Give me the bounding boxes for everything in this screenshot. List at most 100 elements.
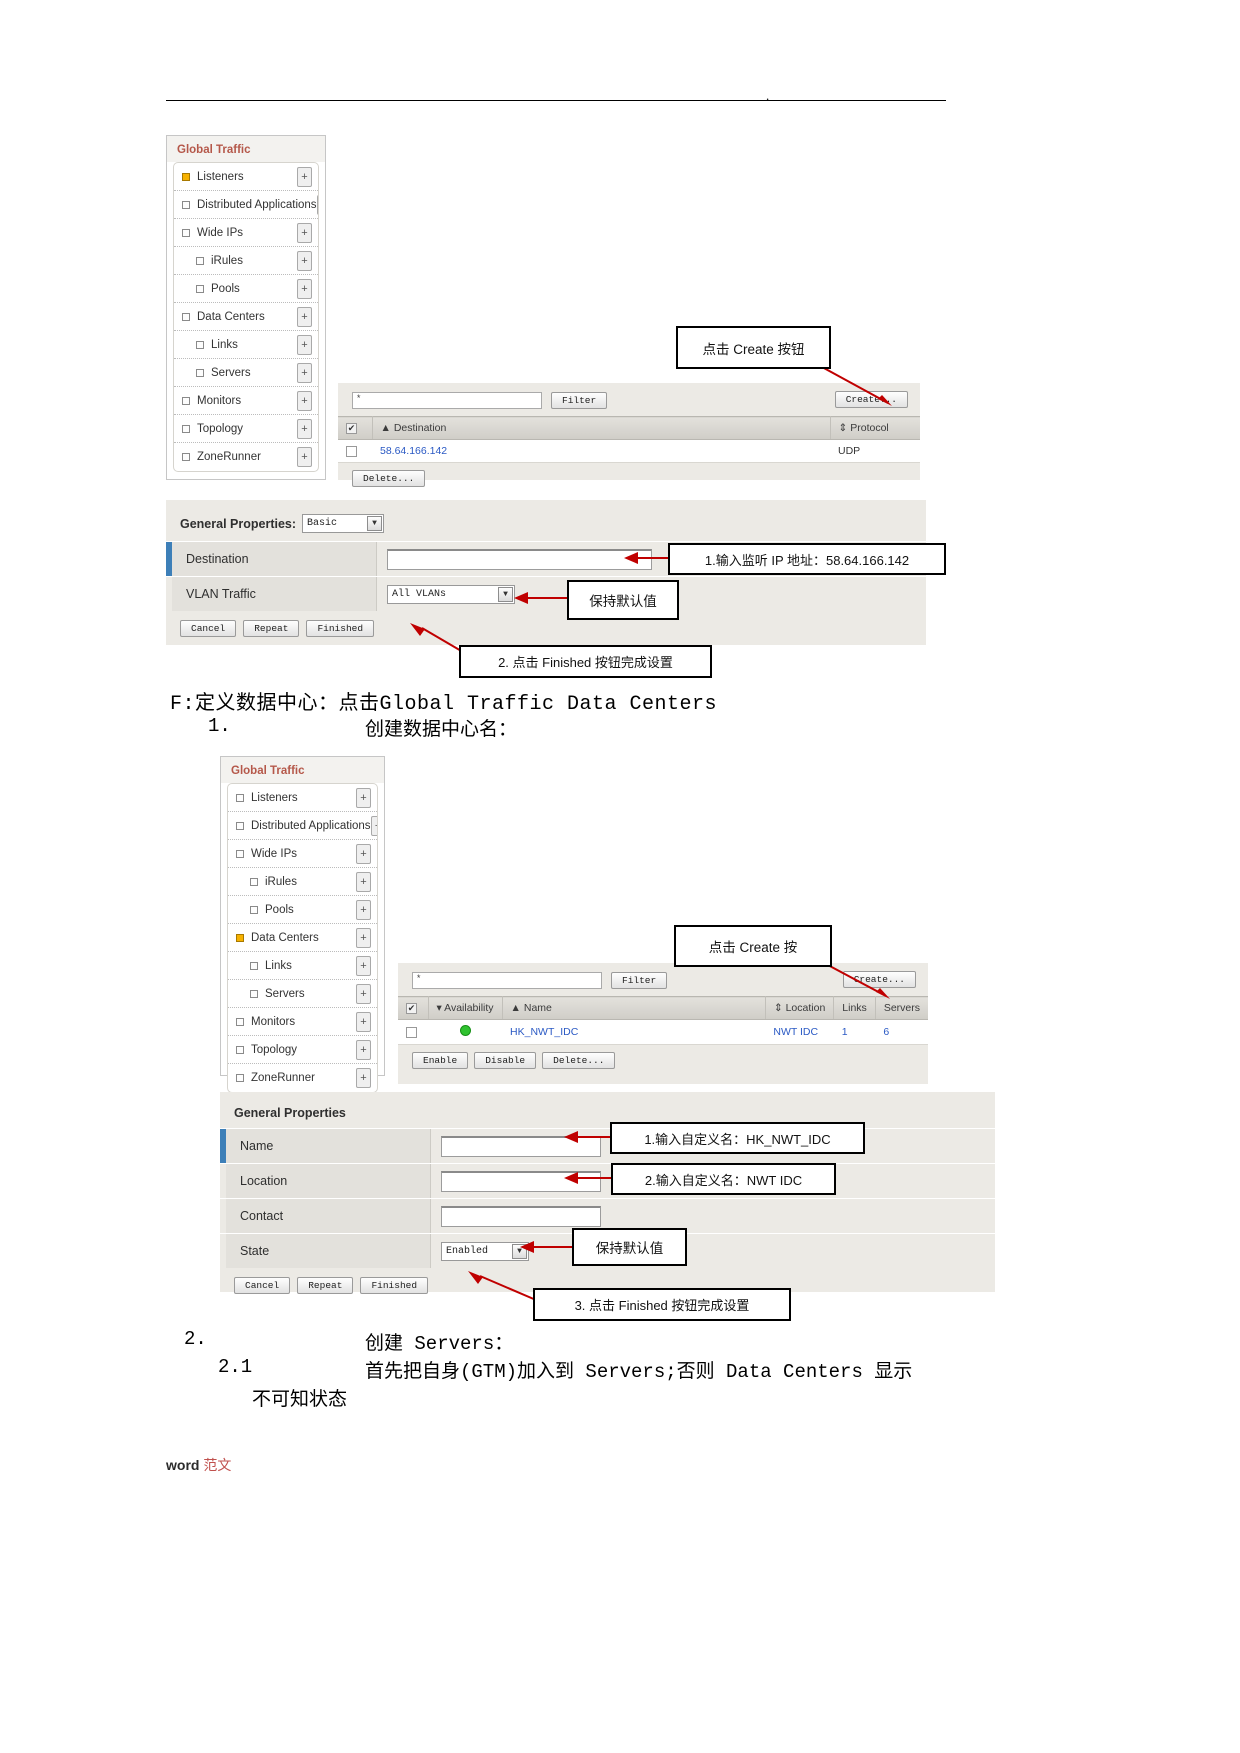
sidebar-item-data-centers[interactable]: Data Centers + (174, 303, 318, 331)
expand-plus-icon[interactable]: + (356, 1011, 371, 1032)
sidebar-item-servers[interactable]: Servers + (174, 359, 318, 387)
sidebar-item-distributed-applications[interactable]: Distributed Applications+ (174, 191, 318, 219)
finished-button[interactable]: Finished (360, 1277, 429, 1294)
expand-plus-icon[interactable]: + (297, 278, 312, 299)
expand-plus-icon[interactable]: + (356, 927, 371, 948)
select-all-checkbox[interactable] (346, 422, 357, 434)
datacenters-filter-button[interactable]: Filter (611, 972, 668, 989)
datacenters-column-name[interactable]: ▲ Name (502, 996, 766, 1020)
destination-input[interactable] (387, 548, 652, 570)
listeners-row-checkbox-cell[interactable] (338, 439, 372, 463)
contact-input[interactable] (441, 1205, 601, 1227)
sidebar-item-label: Distributed Applications (197, 198, 317, 211)
expand-plus-icon[interactable]: + (297, 418, 312, 439)
sidebar-item-zonerunner[interactable]: ZoneRunner + (228, 1064, 377, 1092)
field-label-state: State (226, 1234, 431, 1268)
sidebar-item-topology[interactable]: Topology + (174, 415, 318, 443)
sidebar-item-links[interactable]: Links + (228, 952, 377, 980)
sidebar-item-monitors[interactable]: Monitors + (174, 387, 318, 415)
nav-panel-title: Global Traffic (221, 757, 384, 783)
callout-keep-default-1: 保持默认值 (567, 580, 679, 620)
chevron-down-icon: ▼ (367, 516, 383, 531)
expand-plus-icon[interactable]: + (356, 787, 371, 808)
expand-plus-icon[interactable]: + (356, 983, 371, 1004)
arrow-to-create-button-1 (821, 366, 892, 406)
sidebar-item-irules[interactable]: iRules + (174, 247, 318, 275)
listener-mode-select[interactable]: Basic ▼ (302, 514, 385, 533)
expand-plus-icon[interactable]: + (356, 955, 371, 976)
sidebar-item-monitors[interactable]: Monitors + (228, 1008, 377, 1036)
delete-button[interactable]: Delete... (542, 1052, 616, 1069)
expand-plus-icon[interactable]: + (356, 1068, 371, 1088)
datacenters-row-checkbox-cell[interactable] (398, 1019, 428, 1045)
select-all-checkbox[interactable] (406, 1002, 417, 1014)
enable-button[interactable]: Enable (412, 1052, 469, 1069)
expand-plus-icon[interactable]: + (297, 222, 312, 243)
repeat-button[interactable]: Repeat (297, 1277, 354, 1294)
field-label-location: Location (226, 1164, 431, 1198)
sidebar-item-listeners[interactable]: Listeners + (228, 784, 377, 812)
expand-plus-icon[interactable]: + (356, 871, 371, 892)
square-icon (182, 200, 190, 209)
datacenters-row-links[interactable]: 1 (833, 1019, 876, 1045)
expand-plus-icon[interactable]: + (297, 362, 312, 383)
datacenters-column-availability[interactable]: ▾ Availability (428, 996, 503, 1020)
sidebar-item-servers[interactable]: Servers + (228, 980, 377, 1008)
row-checkbox[interactable] (406, 1026, 417, 1038)
finished-button[interactable]: Finished (306, 620, 375, 637)
listeners-filter-input[interactable]: * (352, 392, 542, 409)
cancel-button[interactable]: Cancel (180, 620, 237, 637)
sidebar-item-listeners[interactable]: Listeners + (174, 163, 318, 191)
paragraph-f-define-datacenter: F:定义数据中心：点击Global Traffic Data Centers (170, 693, 718, 716)
sidebar-item-label: iRules (211, 254, 243, 267)
sidebar-item-distributed-applications[interactable]: Distributed Applications+ (228, 812, 377, 840)
sort-icon: ⇕ (838, 422, 848, 434)
expand-plus-icon[interactable]: + (370, 815, 377, 836)
listeners-delete-button[interactable]: Delete... (352, 470, 426, 487)
expand-plus-icon[interactable]: + (297, 447, 312, 467)
cancel-button[interactable]: Cancel (234, 1277, 291, 1294)
listeners-filter-button[interactable]: Filter (551, 392, 608, 409)
square-icon (236, 1074, 244, 1082)
sidebar-item-links[interactable]: Links + (174, 331, 318, 359)
expand-plus-icon[interactable]: + (316, 194, 318, 215)
listeners-select-all-header[interactable] (338, 416, 373, 440)
sidebar-item-zonerunner[interactable]: ZoneRunner + (174, 443, 318, 471)
disable-button[interactable]: Disable (474, 1052, 537, 1069)
sidebar-item-label: Links (211, 338, 238, 351)
listeners-row-destination[interactable]: 58.64.166.142 (372, 439, 830, 463)
datacenters-row-location[interactable]: NWT IDC (765, 1019, 834, 1045)
callout-enter-location: 2.输入自定义名：NWT IDC (611, 1163, 836, 1195)
sidebar-item-label: ZoneRunner (251, 1072, 315, 1084)
table-row[interactable]: HK_NWT_IDC NWT IDC 1 6 (398, 1019, 928, 1045)
expand-plus-icon[interactable]: + (356, 843, 371, 864)
expand-plus-icon[interactable]: + (297, 166, 312, 187)
expand-plus-icon[interactable]: + (297, 250, 312, 271)
repeat-button[interactable]: Repeat (243, 620, 300, 637)
expand-plus-icon[interactable]: + (297, 334, 312, 355)
sidebar-item-pools[interactable]: Pools + (174, 275, 318, 303)
expand-plus-icon[interactable]: + (356, 1039, 371, 1060)
expand-plus-icon[interactable]: + (356, 899, 371, 920)
datacenters-row-name[interactable]: HK_NWT_IDC (502, 1019, 766, 1045)
sidebar-item-wide-ips[interactable]: Wide IPs + (174, 219, 318, 247)
square-icon (236, 821, 244, 830)
sidebar-item-label: Wide IPs (251, 847, 298, 860)
expand-plus-icon[interactable]: + (297, 306, 312, 327)
state-select[interactable]: Enabled ▼ (441, 1241, 529, 1261)
sidebar-item-topology[interactable]: Topology + (228, 1036, 377, 1064)
listeners-column-protocol[interactable]: ⇕ Protocol (830, 416, 920, 440)
expand-plus-icon[interactable]: + (297, 390, 312, 411)
sidebar-item-wide-ips[interactable]: Wide IPs + (228, 840, 377, 868)
sidebar-item-pools[interactable]: Pools + (228, 896, 377, 924)
datacenters-row-servers[interactable]: 6 (875, 1019, 928, 1045)
datacenters-select-all-header[interactable] (398, 996, 429, 1020)
listeners-column-destination[interactable]: ▲ Destination (372, 416, 831, 440)
vlan-traffic-select[interactable]: All VLANs ▼ (387, 584, 515, 604)
table-row[interactable]: 58.64.166.142 UDP (338, 439, 920, 463)
callout-enter-name: 1.输入自定义名：HK_NWT_IDC (610, 1122, 865, 1154)
datacenters-filter-input[interactable]: * (412, 972, 602, 989)
sidebar-item-data-centers[interactable]: Data Centers + (228, 924, 377, 952)
row-checkbox[interactable] (346, 445, 357, 457)
sidebar-item-irules[interactable]: iRules + (228, 868, 377, 896)
